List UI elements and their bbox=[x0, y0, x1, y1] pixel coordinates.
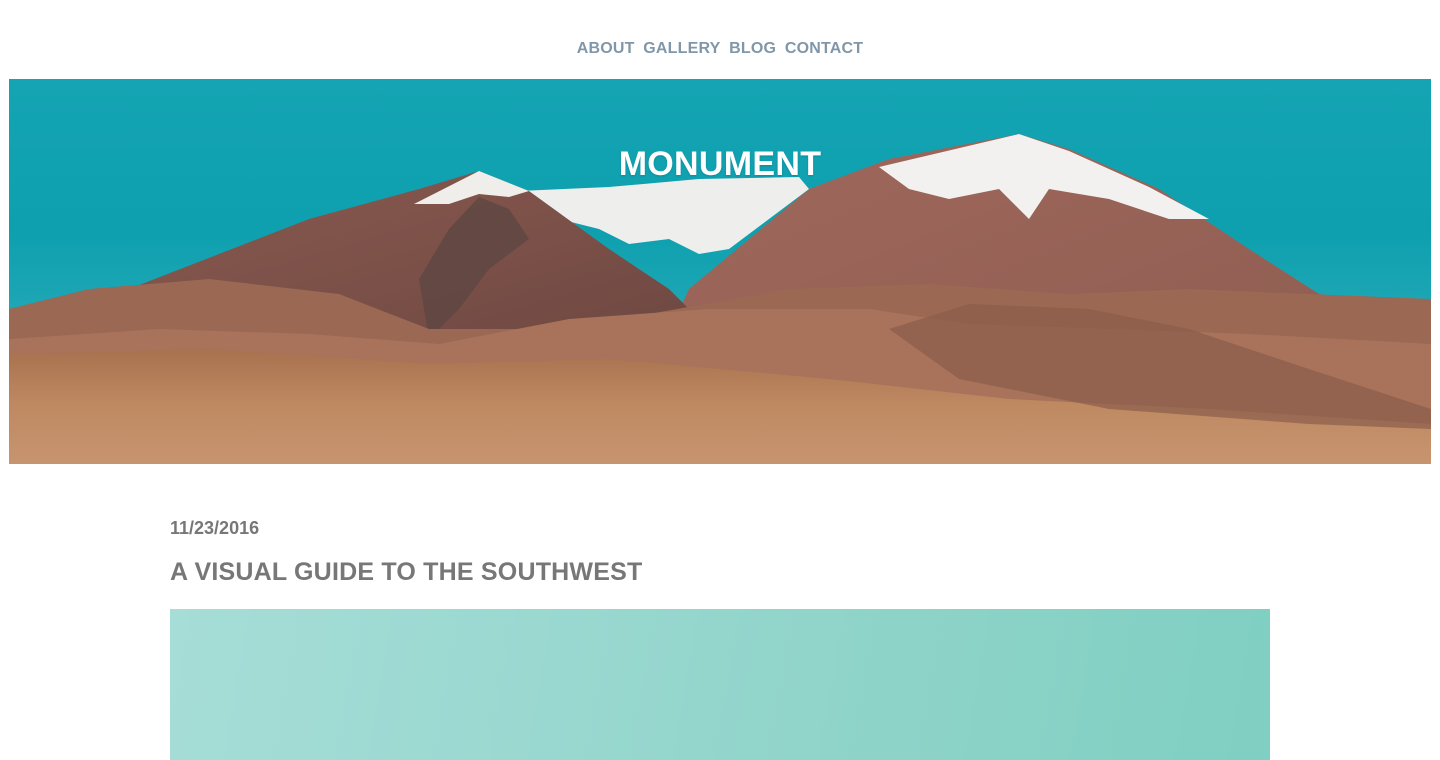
post-featured-image[interactable] bbox=[170, 609, 1270, 760]
post-date: 11/23/2016 bbox=[170, 518, 260, 538]
site-title[interactable]: MONUMENT bbox=[9, 145, 1431, 184]
hero-mountain-image bbox=[9, 134, 1431, 464]
top-navigation: ABOUT GALLERY BLOG CONTACT bbox=[0, 40, 1440, 58]
nav-link-about[interactable]: ABOUT bbox=[577, 40, 635, 57]
post-title[interactable]: A VISUAL GUIDE TO THE SOUTHWEST bbox=[170, 558, 642, 587]
hero-banner: MONUMENT bbox=[9, 79, 1431, 464]
nav-link-blog[interactable]: BLOG bbox=[729, 40, 776, 57]
nav-link-gallery[interactable]: GALLERY bbox=[643, 40, 720, 57]
page: ABOUT GALLERY BLOG CONTACT MONUMENT 11/2… bbox=[0, 0, 1440, 760]
nav-link-contact[interactable]: CONTACT bbox=[785, 40, 863, 57]
